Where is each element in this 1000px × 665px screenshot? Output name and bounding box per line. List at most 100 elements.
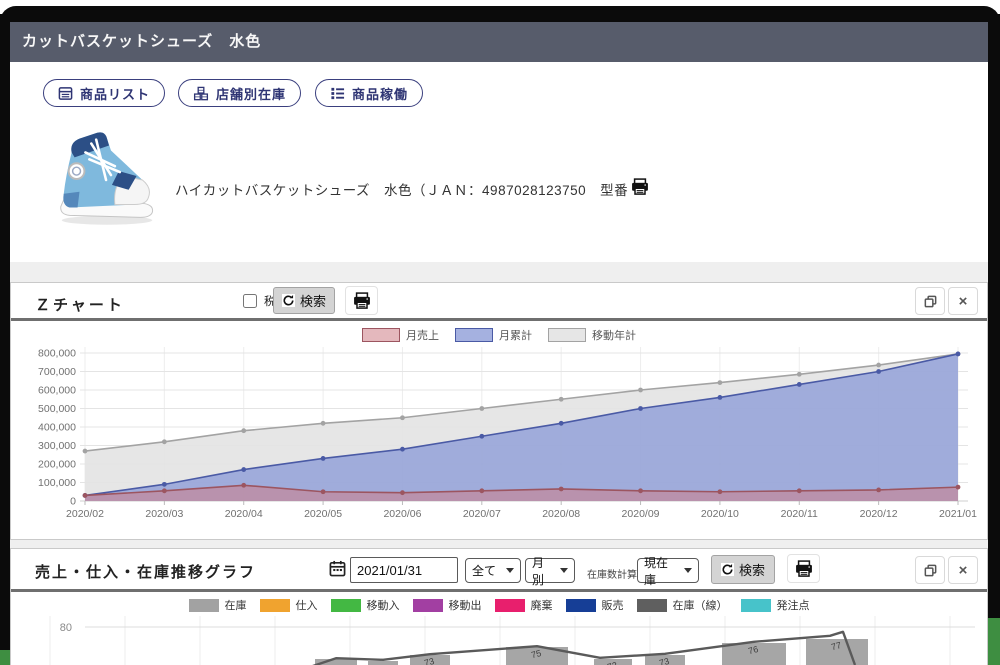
tax-excluded-checkbox[interactable]: [243, 294, 257, 308]
chevron-down-icon: [506, 568, 514, 573]
svg-text:2020/07: 2020/07: [463, 508, 501, 520]
product-print-button[interactable]: [629, 176, 651, 198]
svg-text:2020/05: 2020/05: [304, 508, 342, 520]
trend-legend-item[interactable]: 移動出: [413, 597, 482, 613]
window-list-icon: [58, 86, 73, 101]
svg-text:400,000: 400,000: [38, 422, 76, 434]
z-chart-x-axis: 2020/02 2020/03 2020/04 2020/05 2020/06 2020/…: [66, 501, 977, 520]
legend-swatch: [495, 599, 525, 612]
trend-search-button[interactable]: 検索: [711, 555, 775, 584]
product-list-button-label: 商品リスト: [80, 84, 150, 103]
store-stock-button-label: 店舗別在庫: [216, 84, 286, 103]
svg-text:80: 80: [60, 622, 72, 634]
legend-label: 販売: [602, 597, 624, 613]
svg-text:300,000: 300,000: [38, 440, 76, 452]
svg-text:2020/11: 2020/11: [781, 508, 818, 520]
z-chart-series: [83, 352, 961, 501]
trend-header-divider: [11, 589, 987, 592]
trend-chart-stock-bars: 737572737677: [315, 639, 868, 665]
store-stock-button[interactable]: 店舗別在庫: [178, 79, 301, 107]
trend-close-button[interactable]: ×: [948, 556, 978, 584]
printer-icon: [630, 177, 650, 197]
svg-text:800,000: 800,000: [38, 348, 76, 360]
svg-text:100,000: 100,000: [38, 477, 76, 489]
trend-legend-item[interactable]: 在庫（線）: [637, 597, 728, 613]
trend-scope-select[interactable]: 全て: [465, 558, 521, 583]
trend-restore-button[interactable]: [915, 556, 945, 584]
trend-date-input[interactable]: [350, 557, 458, 583]
trend-legend-item[interactable]: 仕入: [260, 597, 318, 613]
legend-swatch: [741, 599, 771, 612]
z-chart-search-button[interactable]: 検索: [273, 287, 335, 314]
trend-legend-item[interactable]: 販売: [566, 597, 624, 613]
restore-icon: [923, 294, 938, 309]
trend-legend-item[interactable]: 在庫: [189, 597, 247, 613]
close-icon: ×: [959, 294, 968, 309]
product-activity-button[interactable]: 商品稼働: [315, 79, 423, 107]
legend-label: 移動出: [449, 597, 482, 613]
trend-legend-item[interactable]: 廃棄: [495, 597, 553, 613]
trend-scope-select-value: 全て: [472, 562, 496, 579]
legend-label: 廃棄: [531, 597, 553, 613]
svg-text:200,000: 200,000: [38, 459, 76, 471]
page-title: カットバスケットシューズ 水色: [10, 22, 988, 62]
window-frame-left: [0, 14, 10, 665]
legend-label: 在庫: [225, 597, 247, 613]
rows-list-icon: [330, 86, 345, 101]
legend-swatch: [413, 599, 443, 612]
trend-print-button[interactable]: [787, 554, 820, 583]
chevron-down-icon: [560, 568, 568, 573]
stock-calc-select-value: 現在庫: [644, 554, 678, 588]
trend-panel-title: 売上・仕入・在庫推移グラフ: [35, 561, 256, 582]
svg-text:2020/12: 2020/12: [860, 508, 898, 520]
svg-text:2021/01: 2021/01: [939, 508, 977, 520]
trend-chart-canvas: 80 737572737677: [10, 614, 988, 665]
trend-legend-item[interactable]: 移動入: [331, 597, 400, 613]
z-chart-close-button[interactable]: ×: [948, 287, 978, 315]
app-window: カットバスケットシューズ 水色 商品リスト 店舗別在庫 商品稼働: [0, 0, 1000, 665]
svg-text:2020/02: 2020/02: [66, 508, 104, 520]
trend-legend-item[interactable]: 発注点: [741, 597, 810, 613]
trend-period-select-value: 月別: [532, 554, 554, 588]
printer-icon: [794, 559, 814, 579]
window-frame-right: [988, 14, 1000, 618]
product-description: ハイカットバスケットシューズ 水色（ＪＡＮ：4987028123750 型番1：…: [175, 179, 657, 199]
svg-text:2020/04: 2020/04: [225, 508, 263, 520]
svg-text:2020/09: 2020/09: [622, 508, 660, 520]
close-icon: ×: [959, 563, 968, 578]
svg-text:2020/10: 2020/10: [701, 508, 739, 520]
chevron-down-icon: [684, 568, 692, 573]
legend-swatch: [637, 599, 667, 612]
legend-label: 在庫（線）: [673, 597, 728, 613]
svg-text:2020/06: 2020/06: [383, 508, 421, 520]
svg-text:500,000: 500,000: [38, 403, 76, 415]
refresh-icon: [282, 294, 295, 307]
legend-swatch: [260, 599, 290, 612]
z-chart-canvas: 0100,000200,000300,000400,000500,000600,…: [10, 320, 988, 542]
stock-calc-select[interactable]: 現在庫: [637, 558, 699, 583]
legend-label: 発注点: [777, 597, 810, 613]
backdrop-accent-right: [988, 618, 1000, 665]
window-frame-top: [0, 6, 1000, 22]
svg-text:2020/03: 2020/03: [145, 508, 183, 520]
trend-search-label: 検索: [739, 560, 765, 579]
svg-text:600,000: 600,000: [38, 385, 76, 397]
stacked-boxes-icon: [193, 86, 209, 101]
z-chart-restore-button[interactable]: [915, 287, 945, 315]
legend-label: 仕入: [296, 597, 318, 613]
legend-swatch: [189, 599, 219, 612]
product-activity-button-label: 商品稼働: [352, 84, 408, 103]
legend-label: 移動入: [367, 597, 400, 613]
trend-period-select[interactable]: 月別: [525, 558, 575, 583]
product-list-button[interactable]: 商品リスト: [43, 79, 165, 107]
printer-icon: [352, 291, 372, 311]
z-chart-panel-title: Ｚチャート: [35, 294, 125, 315]
z-chart-search-label: 検索: [300, 291, 326, 310]
backdrop-accent-bottom-left: [0, 650, 10, 665]
trend-chart-legend: 在庫 仕入 移動入 移動出 廃棄 販売 在庫（線） 発注点: [11, 597, 987, 613]
calendar-icon: [329, 560, 346, 577]
product-image-sneaker: [50, 128, 168, 233]
restore-icon: [923, 563, 938, 578]
svg-text:2020/08: 2020/08: [542, 508, 580, 520]
z-chart-print-button[interactable]: [345, 286, 378, 315]
